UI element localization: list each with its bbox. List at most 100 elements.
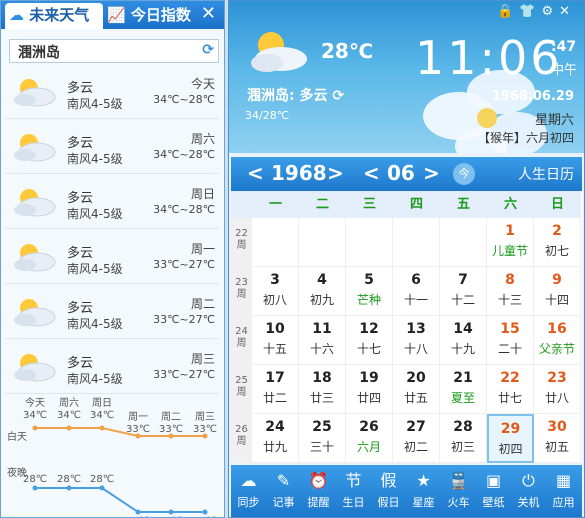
prev-month-button[interactable]: < <box>363 161 380 185</box>
day-cell[interactable]: 28 初三 <box>440 414 487 463</box>
day-cell[interactable]: 8 十三 <box>487 267 534 316</box>
life-calendar-button[interactable]: 人生日历 <box>518 164 574 184</box>
refresh-icon[interactable]: ⟳ <box>332 88 344 104</box>
next-year-button[interactable]: > <box>327 161 344 185</box>
forecast-condition: 多云 <box>67 301 94 316</box>
train-button[interactable]: 🚆 火车 <box>441 465 476 517</box>
forecast-row[interactable]: 多云 南风4-5级 周三 33℃~27℃ <box>5 344 219 394</box>
weekday-header: 日 <box>534 191 581 218</box>
week-number: 22 周 <box>231 218 252 267</box>
forecast-temp: 34℃~28℃ <box>153 203 215 216</box>
weekday-header: 二 <box>299 191 346 218</box>
day-cell[interactable]: 30 初五 <box>534 414 581 463</box>
day-cell[interactable]: 3 初八 <box>252 267 299 316</box>
lock-icon[interactable]: 🔒 <box>497 4 519 19</box>
day-cell[interactable]: 27 初二 <box>393 414 440 463</box>
forecast-row[interactable]: 多云 南风4-5级 周六 34℃~28℃ <box>5 124 219 174</box>
day-number: 14 <box>453 321 473 337</box>
forecast-wind: 南风4-5级 <box>67 372 123 386</box>
lunar-label: 初八 <box>262 293 287 307</box>
forecast-day: 周六 <box>190 132 215 146</box>
year-display[interactable]: 1968 <box>271 161 327 185</box>
sync-button[interactable]: ☁ 同步 <box>231 465 266 517</box>
day-cell[interactable]: 5 芒种 <box>346 267 393 316</box>
skin-icon[interactable]: 👕 <box>519 4 541 19</box>
day-number: 26 <box>359 419 379 435</box>
low-point <box>66 485 72 491</box>
trend-day-label: 周二 <box>161 411 181 423</box>
lunar-label: 初五 <box>544 440 569 454</box>
forecast-row[interactable]: 多云 南风4-5级 今天 34℃~28℃ <box>5 69 219 119</box>
day-cell[interactable]: 20 廿五 <box>393 365 440 414</box>
day-cell[interactable]: 2 初七 <box>534 218 581 267</box>
notes-button[interactable]: ✎ 记事 <box>266 465 301 517</box>
day-cell[interactable]: 26 六月 <box>346 414 393 463</box>
day-cell[interactable]: 1 儿童节 <box>487 218 534 267</box>
day-cell[interactable]: 24 廿九 <box>252 414 299 463</box>
forecast-row[interactable]: 多云 南风4-5级 周二 33℃~27℃ <box>5 289 219 339</box>
day-cell[interactable]: 4 初九 <box>299 267 346 316</box>
window-controls: 🔒👕⚙✕ <box>497 4 576 19</box>
forecast-condition: 多云 <box>67 356 94 371</box>
month-display[interactable]: 06 <box>387 161 415 185</box>
holiday-button[interactable]: 假假日 <box>371 465 406 517</box>
day-cell[interactable]: 11 十六 <box>299 316 346 365</box>
day-cell[interactable]: 16 父亲节 <box>534 316 581 365</box>
today-button[interactable]: 今 <box>453 163 475 185</box>
lunar-label: 十三 <box>497 293 522 307</box>
forecast-row[interactable]: 多云 南风4-5级 周日 34℃~28℃ <box>5 179 219 229</box>
day-cell <box>252 218 299 267</box>
tab-today-index[interactable]: 📈 今日指数 <box>107 1 191 29</box>
day-cell[interactable]: 12 十七 <box>346 316 393 365</box>
tab-future-weather[interactable]: ☁ 未来天气 <box>5 3 103 29</box>
clock-period: 中午 <box>551 63 578 78</box>
lunar-label: 三十 <box>309 440 334 454</box>
trend-high-label: 33℃ <box>126 424 150 435</box>
trend-high-label: 34℃ <box>90 410 114 421</box>
prev-year-button[interactable]: < <box>247 161 264 185</box>
day-cell[interactable]: 9 十四 <box>534 267 581 316</box>
day-cell[interactable]: 29 初四 <box>487 414 534 463</box>
birthday-button[interactable]: 节生日 <box>336 465 371 517</box>
day-number: 2 <box>552 223 562 239</box>
train-label: 火车 <box>447 496 470 509</box>
forecast-condition: 多云 <box>67 136 94 151</box>
day-cell[interactable]: 14 十九 <box>440 316 487 365</box>
reminder-button[interactable]: ⏰ 提醒 <box>301 465 336 517</box>
day-cell[interactable]: 19 廿四 <box>346 365 393 414</box>
wallpaper-button[interactable]: ▣ 壁纸 <box>476 465 511 517</box>
lunar-label: 廿九 <box>262 440 287 454</box>
day-cell[interactable]: 15 二十 <box>487 316 534 365</box>
next-month-button[interactable]: > <box>423 161 440 185</box>
apps-button[interactable]: ▦ 应用 <box>546 465 581 517</box>
close-icon[interactable]: ✕ <box>201 3 216 24</box>
day-cell[interactable]: 13 十八 <box>393 316 440 365</box>
gear-icon[interactable]: ⚙ <box>541 4 559 19</box>
day-cell[interactable]: 6 十一 <box>393 267 440 316</box>
shutdown-icon: ⏻ <box>522 471 535 490</box>
shutdown-button[interactable]: ⏻ 关机 <box>511 465 546 517</box>
forecast-wind: 南风4-5级 <box>67 152 123 166</box>
high-point <box>202 433 208 439</box>
forecast-condition: 多云 <box>67 81 94 96</box>
day-number: 13 <box>406 321 426 337</box>
day-cell[interactable]: 10 十五 <box>252 316 299 365</box>
refresh-icon[interactable]: ⟳ <box>202 42 214 58</box>
city-selector[interactable]: 涠洲岛 ⟳ <box>9 39 219 63</box>
day-cell[interactable]: 18 廿三 <box>299 365 346 414</box>
day-cell[interactable]: 22 廿七 <box>487 365 534 414</box>
zodiac-button[interactable]: ★ 星座 <box>406 465 441 517</box>
week-number: 25 周 <box>231 365 252 414</box>
day-cell[interactable]: 21 夏至 <box>440 365 487 414</box>
cloud-sun-icon <box>11 350 57 384</box>
close-icon[interactable]: ✕ <box>559 4 576 19</box>
cloud-sun-icon <box>11 75 57 109</box>
chart-icon: 📈 <box>107 6 126 24</box>
day-cell[interactable]: 17 廿二 <box>252 365 299 414</box>
forecast-row[interactable]: 多云 南风4-5级 周一 33℃~27℃ <box>5 234 219 284</box>
day-cell[interactable]: 25 三十 <box>299 414 346 463</box>
lunar-date: 【猴年】六月初四 <box>477 131 574 145</box>
day-cell[interactable]: 7 十二 <box>440 267 487 316</box>
day-cell[interactable]: 23 廿八 <box>534 365 581 414</box>
train-icon: 🚆 <box>448 471 469 490</box>
